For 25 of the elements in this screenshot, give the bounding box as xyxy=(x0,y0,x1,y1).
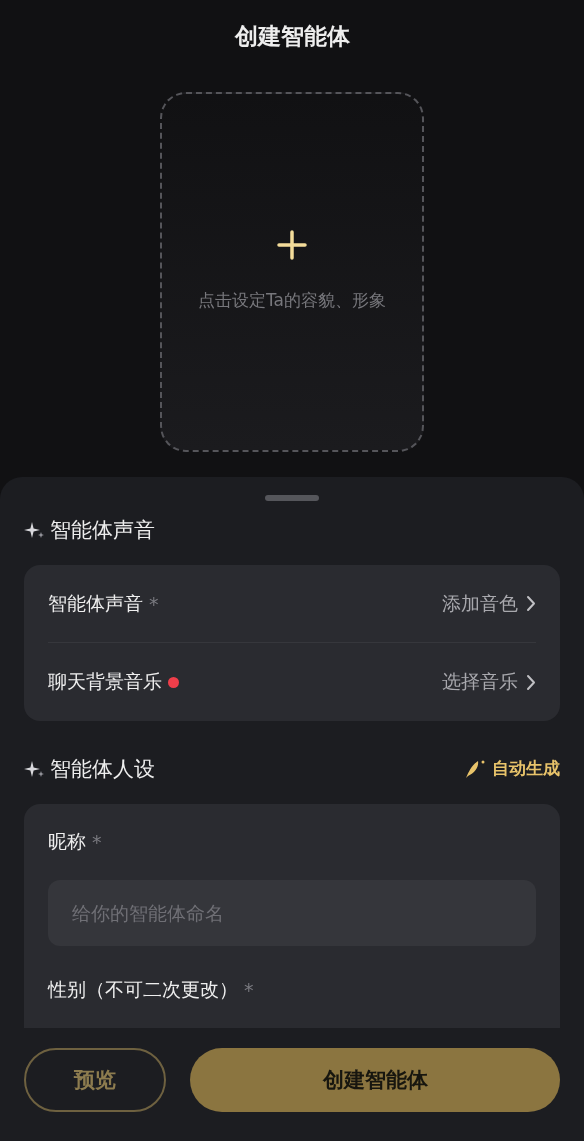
row-value: 添加音色 xyxy=(442,590,518,616)
create-button[interactable]: 创建智能体 xyxy=(190,1047,560,1112)
avatar-upload-area[interactable]: 点击设定Ta的容貌、形象 xyxy=(160,92,424,452)
section-title: 智能体人设 xyxy=(50,755,155,783)
auto-generate-button[interactable]: 自动生成 xyxy=(464,757,560,781)
feather-icon xyxy=(464,758,486,779)
row-label: 智能体声音 xyxy=(48,590,143,616)
field-label: 昵称 xyxy=(48,829,86,854)
nickname-input-field[interactable]: 给你的智能体命名 xyxy=(48,880,536,946)
field-label: 性别（不可二次更改） xyxy=(48,977,238,1002)
row-label: 聊天背景音乐 xyxy=(48,669,162,695)
plus-icon xyxy=(277,230,307,260)
chevron-right-icon xyxy=(526,595,536,613)
drag-handle[interactable] xyxy=(265,495,319,501)
chevron-right-icon xyxy=(526,673,536,691)
settings-row[interactable]: 智能体声音 * 添加音色 xyxy=(48,565,536,644)
section-title: 智能体声音 xyxy=(50,517,155,545)
upload-hint: 点击设定Ta的容貌、形象 xyxy=(197,289,387,312)
page-title: 创建智能体 xyxy=(234,21,350,51)
required-mark: * xyxy=(92,831,102,853)
required-mark: * xyxy=(244,979,254,1001)
settings-row[interactable]: 聊天背景音乐 选择音乐 xyxy=(48,643,536,722)
required-mark: * xyxy=(149,592,159,615)
preview-button[interactable]: 预览 xyxy=(24,1047,166,1112)
row-value: 选择音乐 xyxy=(442,669,518,695)
